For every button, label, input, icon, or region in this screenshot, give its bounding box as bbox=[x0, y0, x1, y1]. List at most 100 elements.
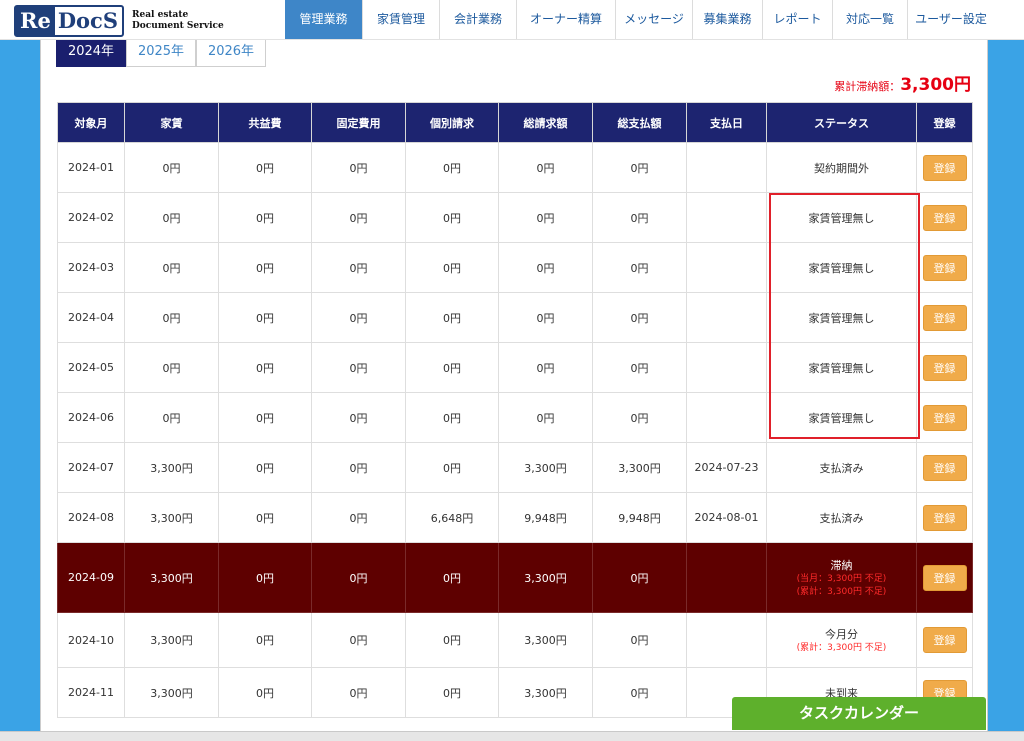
table-row: 2024-04 0円 0円 0円 0円 0円 0円 家賃管理無し 登録 bbox=[57, 292, 973, 343]
register-button[interactable]: 登録 bbox=[922, 627, 967, 653]
cell-individual: 6,648円 bbox=[405, 492, 499, 543]
cell-fixed: 0円 bbox=[311, 667, 406, 718]
register-button[interactable]: 登録 bbox=[922, 204, 967, 231]
register-button[interactable]: 登録 bbox=[922, 454, 967, 481]
table-row: 2024-01 0円 0円 0円 0円 0円 0円 契約期間外 登録 bbox=[57, 142, 973, 193]
cell-fixed: 0円 bbox=[311, 392, 406, 443]
cell-common: 0円 bbox=[218, 242, 312, 293]
cell-register: 登録 bbox=[916, 192, 973, 243]
cell-individual: 0円 bbox=[405, 542, 499, 613]
year-tab-0[interactable]: 2024年 bbox=[56, 40, 126, 67]
status-text: 支払済み bbox=[819, 511, 864, 525]
cell-rent: 3,300円 bbox=[124, 492, 219, 543]
status-text: 支払済み bbox=[819, 461, 864, 475]
register-button[interactable]: 登録 bbox=[922, 354, 967, 381]
cell-month: 2024-10 bbox=[57, 612, 125, 668]
register-button[interactable]: 登録 bbox=[922, 254, 967, 281]
year-tab-2[interactable]: 2026年 bbox=[196, 40, 266, 67]
cell-common: 0円 bbox=[218, 142, 312, 193]
column-header: 登録 bbox=[916, 102, 973, 143]
cell-fixed: 0円 bbox=[311, 442, 406, 493]
register-button[interactable]: 登録 bbox=[922, 564, 967, 591]
cell-month: 2024-03 bbox=[57, 242, 125, 293]
cell-status: 家賃管理無し bbox=[766, 242, 917, 293]
cell-fixed: 0円 bbox=[311, 142, 406, 193]
cell-rent: 0円 bbox=[124, 242, 219, 293]
cell-register: 登録 bbox=[916, 392, 973, 443]
table-row: 2024-09 3,300円 0円 0円 0円 3,300円 0円 滞納 (当月：3,300円 … bbox=[57, 542, 973, 613]
nav-item-0[interactable]: 管理業務 bbox=[285, 0, 362, 39]
cell-total-paid: 0円 bbox=[592, 242, 687, 293]
register-button[interactable]: 登録 bbox=[922, 154, 967, 181]
cell-month: 2024-06 bbox=[57, 392, 125, 443]
cell-common: 0円 bbox=[218, 542, 312, 613]
status-text: 家賃管理無し bbox=[808, 261, 875, 275]
redocs-logo[interactable]: Re DocS Real estate Document Service bbox=[14, 4, 224, 37]
cell-month: 2024-08 bbox=[57, 492, 125, 543]
cell-fixed: 0円 bbox=[311, 342, 406, 393]
cell-pay-date bbox=[686, 342, 767, 393]
status-note: (累計：3,300円 不足) bbox=[796, 642, 887, 653]
table-body: 2024-01 0円 0円 0円 0円 0円 0円 契約期間外 登録 2024-02 0円 0円 0円 0… bbox=[57, 142, 973, 718]
cell-total-bill: 9,948円 bbox=[498, 492, 593, 543]
cell-individual: 0円 bbox=[405, 392, 499, 443]
cell-pay-date bbox=[686, 142, 767, 193]
nav-item-6[interactable]: レポート bbox=[762, 0, 832, 39]
task-calendar-button[interactable]: タスクカレンダー bbox=[732, 697, 986, 730]
main-nav: 管理業務 家賃管理 会計業務 オーナー精算 メッセージ 募集業務 レポート 対応一覧 ユーザー設… bbox=[285, 0, 994, 40]
cell-individual: 0円 bbox=[405, 667, 499, 718]
cell-status: 家賃管理無し bbox=[766, 192, 917, 243]
cell-individual: 0円 bbox=[405, 192, 499, 243]
cell-register: 登録 bbox=[916, 292, 973, 343]
cell-status: 家賃管理無し bbox=[766, 292, 917, 343]
cell-common: 0円 bbox=[218, 292, 312, 343]
total-overdue-label: 累計滞納額： bbox=[834, 80, 901, 93]
register-button[interactable]: 登録 bbox=[922, 304, 967, 331]
cell-total-bill: 3,300円 bbox=[498, 542, 593, 613]
cell-pay-date bbox=[686, 292, 767, 343]
nav-item-2[interactable]: 会計業務 bbox=[439, 0, 516, 39]
cell-rent: 0円 bbox=[124, 342, 219, 393]
cell-total-bill: 0円 bbox=[498, 292, 593, 343]
logo-subtitle-line2: Document Service bbox=[132, 20, 224, 31]
nav-item-7[interactable]: 対応一覧 bbox=[832, 0, 907, 39]
nav-item-3[interactable]: オーナー精算 bbox=[516, 0, 615, 39]
cell-fixed: 0円 bbox=[311, 542, 406, 613]
column-header: ステータス bbox=[766, 102, 917, 143]
column-header: 固定費用 bbox=[311, 102, 406, 143]
status-note: (当月：3,300円 不足) bbox=[796, 573, 887, 584]
register-button[interactable]: 登録 bbox=[922, 504, 967, 531]
register-button[interactable]: 登録 bbox=[922, 404, 967, 431]
table-row: 2024-10 3,300円 0円 0円 0円 3,300円 0円 今月分 (累計：3,300円… bbox=[57, 612, 973, 668]
cell-month: 2024-11 bbox=[57, 667, 125, 718]
cell-month: 2024-07 bbox=[57, 442, 125, 493]
status-text: 今月分 bbox=[825, 627, 858, 641]
cell-register: 登録 bbox=[916, 542, 973, 613]
cell-individual: 0円 bbox=[405, 442, 499, 493]
rent-table: 対象月 家賃 共益費 固定費用 個別請求 総請求額 総支払額 支払日 ステータス 登録 2024-… bbox=[57, 102, 973, 718]
nav-item-8[interactable]: ユーザー設定 bbox=[907, 0, 994, 39]
cell-rent: 3,300円 bbox=[124, 442, 219, 493]
cell-total-paid: 0円 bbox=[592, 292, 687, 343]
cell-rent: 0円 bbox=[124, 392, 219, 443]
cell-total-bill: 3,300円 bbox=[498, 442, 593, 493]
cell-month: 2024-01 bbox=[57, 142, 125, 193]
cell-total-paid: 3,300円 bbox=[592, 442, 687, 493]
cell-individual: 0円 bbox=[405, 612, 499, 668]
logo-docs: DocS bbox=[57, 7, 118, 33]
cell-total-paid: 0円 bbox=[592, 542, 687, 613]
cell-register: 登録 bbox=[916, 342, 973, 393]
status-text: 契約期間外 bbox=[814, 161, 869, 175]
cell-month: 2024-04 bbox=[57, 292, 125, 343]
cell-common: 0円 bbox=[218, 342, 312, 393]
cell-total-paid: 0円 bbox=[592, 142, 687, 193]
status-text: 家賃管理無し bbox=[808, 311, 875, 325]
table-row: 2024-02 0円 0円 0円 0円 0円 0円 家賃管理無し 登録 bbox=[57, 192, 973, 243]
nav-item-5[interactable]: 募集業務 bbox=[692, 0, 762, 39]
cell-total-bill: 3,300円 bbox=[498, 667, 593, 718]
nav-item-4[interactable]: メッセージ bbox=[615, 0, 692, 39]
cell-common: 0円 bbox=[218, 492, 312, 543]
total-overdue-value: 3,300円 bbox=[900, 75, 971, 95]
year-tab-1[interactable]: 2025年 bbox=[126, 40, 196, 67]
nav-item-1[interactable]: 家賃管理 bbox=[362, 0, 439, 39]
